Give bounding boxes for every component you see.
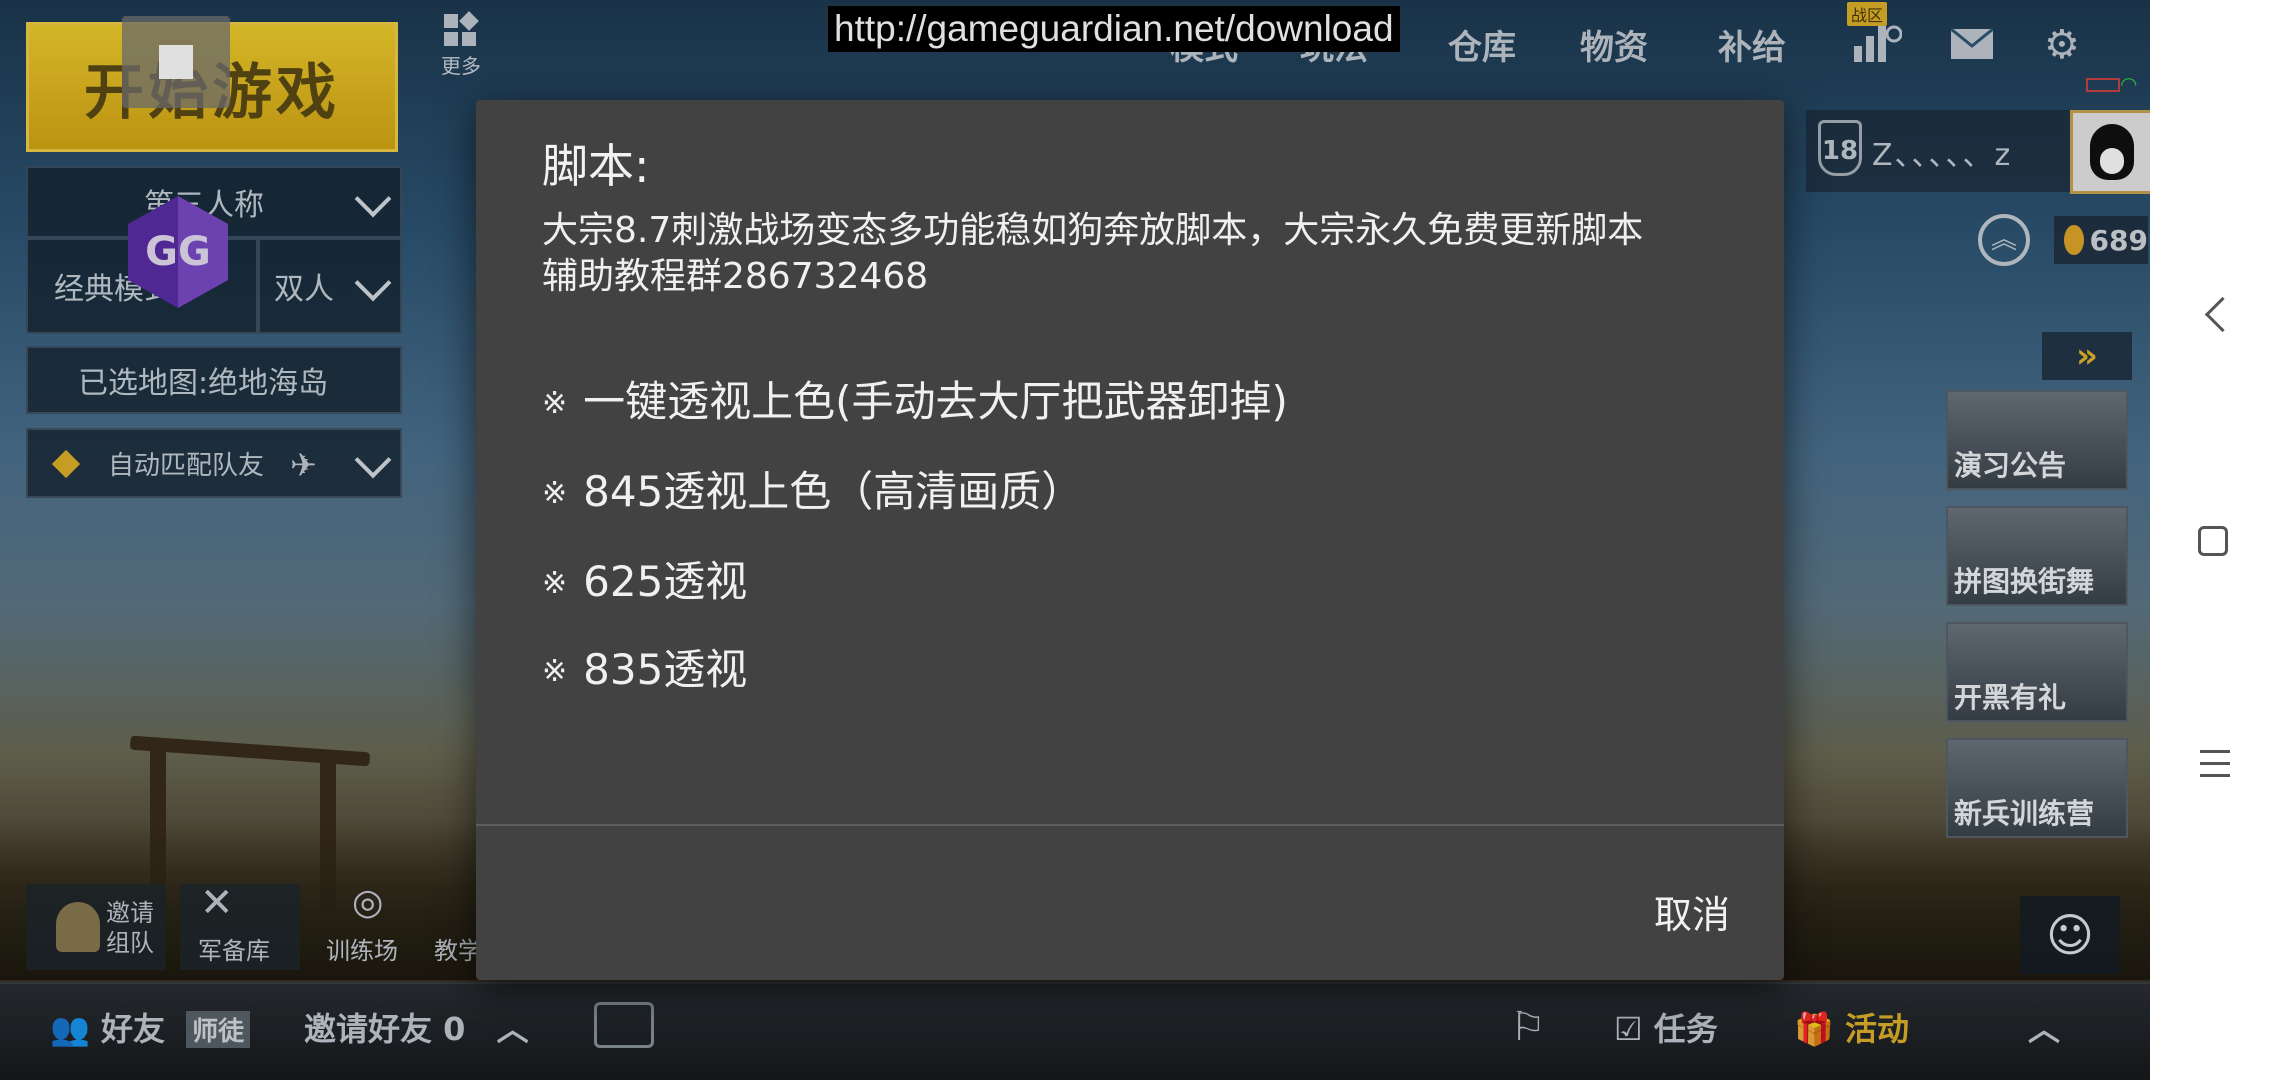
cancel-button[interactable]: 取消 [1642, 876, 1742, 947]
option-label: 625透视 [583, 557, 748, 606]
option-label: 一键透视上色(手动去大厅把武器卸掉) [583, 377, 1288, 426]
dialog-title: 脚本: [542, 139, 650, 193]
option-item[interactable]: ※ 625透视 [542, 548, 747, 609]
reference-mark: ※ [542, 566, 568, 601]
reference-mark: ※ [542, 654, 568, 689]
reference-mark: ※ [542, 476, 568, 511]
option-item[interactable]: ※ 835透视 [542, 636, 747, 697]
reference-mark: ※ [542, 386, 568, 421]
options-list[interactable]: ※ 一键透视上色(手动去大厅把武器卸掉) ※ 845透视上色（高清画质） ※ 625透… [476, 230, 1784, 924]
option-label: 845透视上色（高清画质） [583, 467, 1084, 516]
dialog-divider [476, 824, 1784, 826]
menu-icon[interactable] [2200, 750, 2230, 786]
option-item[interactable]: ※ 一键透视上色(手动去大厅把武器卸掉) [542, 368, 1288, 429]
option-item[interactable]: ※ 845透视上色（高清画质） [542, 458, 1083, 519]
script-dialog: 脚本: 大宗8.7刺激战场变态多功能稳如狗奔放脚本，大宗永久免费更新脚本 辅助教… [476, 100, 1784, 980]
option-label: 835透视 [583, 645, 748, 694]
home-icon[interactable] [2198, 526, 2228, 556]
